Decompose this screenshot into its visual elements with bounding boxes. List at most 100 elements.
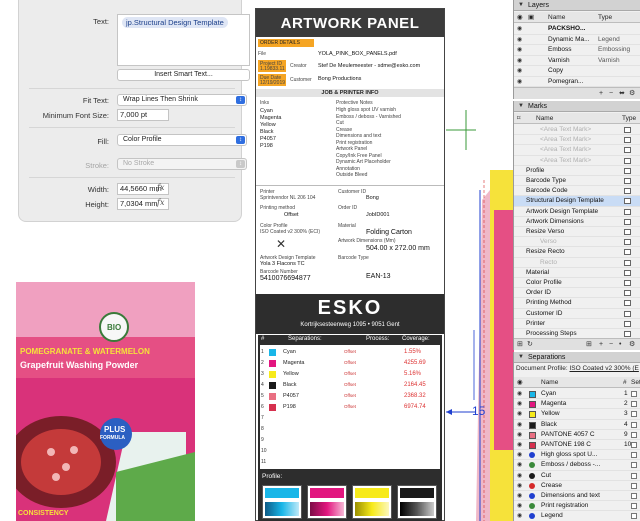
eye-icon[interactable]: ◉	[517, 501, 522, 511]
add-mark-icon[interactable]: ⊞	[586, 339, 592, 350]
mark-row[interactable]: Color Profile	[514, 278, 640, 289]
layer-row[interactable]: ◉ Dynamic Ma... Legend	[514, 35, 640, 46]
stroke-select[interactable]: No Stroke ↕	[117, 158, 247, 170]
separation-row[interactable]: ◉ Crease	[514, 481, 640, 491]
setup-checkbox[interactable]	[631, 401, 637, 408]
eye-icon[interactable]: ◉	[517, 460, 522, 470]
separation-row[interactable]: ◉ Emboss / deboss -...	[514, 460, 640, 471]
separation-row[interactable]: ◉ Black 4	[514, 420, 640, 430]
remove-layer-icon[interactable]: −	[609, 88, 613, 99]
add-layer-icon[interactable]: +	[599, 88, 603, 99]
setup-checkbox[interactable]	[631, 503, 637, 510]
marks-panel-title[interactable]: ▼ Marks	[514, 101, 640, 112]
smart-text-field[interactable]: jp.Structural Design Template	[117, 14, 250, 66]
min-font-size-input[interactable]: 7,000 pt	[117, 109, 169, 121]
more-icon[interactable]: •	[619, 339, 621, 350]
gear-icon[interactable]: ⚙	[629, 88, 635, 99]
separation-number: 3	[624, 410, 628, 418]
layer-row[interactable]: ◉ Copy	[514, 66, 640, 77]
separation-row[interactable]: ◉ Magenta 2	[514, 399, 640, 410]
smart-text-token[interactable]: jp.Structural Design Template	[122, 17, 228, 28]
mark-row[interactable]: Order ID	[514, 288, 640, 299]
eye-icon[interactable]: ◉	[517, 420, 522, 430]
document-profile-value[interactable]: ISO Coated v2 300% (E	[569, 365, 638, 372]
layer-row[interactable]: ◉ Pomegran...	[514, 77, 640, 88]
refresh-icon[interactable]: ↻	[527, 339, 533, 350]
separation-row[interactable]: ◉ High gloss spot U...	[514, 450, 640, 461]
mark-row[interactable]: Profile	[514, 166, 640, 176]
separation-row[interactable]: ◉ Cut	[514, 471, 640, 481]
separation-row[interactable]: ◉ PANTONE 198 C 10	[514, 440, 640, 451]
insert-smart-text-button[interactable]: Insert Smart Text...	[117, 69, 250, 81]
setup-checkbox[interactable]	[631, 482, 637, 489]
eye-icon[interactable]: ◉	[517, 450, 522, 460]
mark-row[interactable]: <Area Text Mark>	[514, 156, 640, 166]
eye-icon[interactable]: ◉	[517, 409, 522, 419]
separations-panel-title[interactable]: ▼ Separations	[514, 352, 640, 363]
setup-checkbox[interactable]	[631, 391, 637, 397]
eye-icon[interactable]: ◉	[517, 471, 522, 481]
new-mark-icon[interactable]: ⊞	[517, 339, 523, 350]
eye-icon[interactable]: ◉	[517, 77, 522, 88]
layers-panel-title[interactable]: ▼ Layers	[514, 0, 640, 11]
fit-text-select[interactable]: Wrap Lines Then Shrink ↕	[117, 94, 247, 106]
mark-row[interactable]: Printing Method	[514, 298, 640, 309]
eye-icon[interactable]: ◉	[517, 491, 522, 501]
mark-row[interactable]: Barcode Code	[514, 186, 640, 197]
separation-row[interactable]: ◉ Yellow 3	[514, 409, 640, 420]
eye-icon[interactable]: ◉	[517, 399, 522, 409]
eye-icon[interactable]: ◉	[517, 430, 522, 440]
mark-row[interactable]: Printer	[514, 319, 640, 329]
remove-icon[interactable]: −	[609, 339, 613, 350]
setup-checkbox[interactable]	[631, 452, 637, 459]
mark-row[interactable]: Resize Verso	[514, 227, 640, 238]
dieline-canvas[interactable]: 15	[446, 0, 514, 521]
mark-row[interactable]: Material	[514, 268, 640, 278]
fill-select[interactable]: Color Profile ↕	[117, 134, 247, 146]
eye-icon[interactable]: ◉	[517, 66, 522, 77]
eye-icon[interactable]: ◉	[517, 511, 522, 521]
setup-checkbox[interactable]	[631, 462, 637, 469]
setup-checkbox[interactable]	[631, 513, 637, 520]
eye-icon[interactable]: ◉	[517, 389, 522, 399]
separation-row[interactable]: ◉ Dimensions and text	[514, 491, 640, 502]
eye-icon[interactable]: ◉	[517, 440, 522, 450]
function-icon[interactable]: fx	[157, 198, 164, 207]
separation-row[interactable]: ◉ Cyan 1	[514, 389, 640, 400]
separation-row[interactable]: ◉ Legend	[514, 511, 640, 521]
layer-row[interactable]: ◉ Varnish Varnish	[514, 56, 640, 67]
mark-row[interactable]: <Area Text Mark>	[514, 125, 640, 136]
function-icon[interactable]: fx	[157, 183, 164, 192]
separation-row[interactable]: ◉ Print registration	[514, 501, 640, 512]
setup-checkbox[interactable]	[631, 493, 637, 499]
eye-icon[interactable]: ◉	[517, 24, 522, 35]
mark-row[interactable]: Recto	[514, 258, 640, 268]
mark-row[interactable]: Verso	[514, 237, 640, 248]
mark-row[interactable]: Resize Recto	[514, 247, 640, 258]
setup-checkbox[interactable]	[631, 472, 637, 479]
separation-number: 9	[624, 430, 628, 438]
layer-row[interactable]: ◉ PACKSHO...	[514, 24, 640, 35]
setup-checkbox[interactable]	[631, 442, 637, 448]
mark-row[interactable]: <Area Text Mark>	[514, 135, 640, 146]
inks-label: Inks	[260, 100, 270, 106]
eye-icon[interactable]: ◉	[517, 56, 522, 67]
mark-row[interactable]: <Area Text Mark>	[514, 145, 640, 156]
eye-icon[interactable]: ◉	[517, 481, 522, 491]
add-icon[interactable]: +	[599, 339, 603, 350]
setup-checkbox[interactable]	[631, 421, 637, 428]
setup-checkbox[interactable]	[631, 411, 637, 418]
mark-row[interactable]: Structural Design Template	[514, 196, 640, 207]
mark-row[interactable]: Customer ID	[514, 309, 640, 319]
layer-name: Pomegran...	[548, 77, 584, 85]
eye-icon[interactable]: ◉	[517, 35, 522, 46]
merge-icon[interactable]: ⬌	[619, 88, 625, 99]
mark-row[interactable]: Artwork Dimensions	[514, 217, 640, 227]
gear-icon[interactable]: ⚙	[629, 339, 635, 350]
setup-checkbox[interactable]	[631, 431, 637, 438]
eye-icon[interactable]: ◉	[517, 45, 522, 56]
layer-row[interactable]: ◉ Emboss Embossing	[514, 45, 640, 56]
separation-row[interactable]: ◉ PANTONE 4057 C 9	[514, 430, 640, 440]
mark-row[interactable]: Artwork Design Template	[514, 207, 640, 217]
mark-row[interactable]: Barcode Type	[514, 176, 640, 187]
